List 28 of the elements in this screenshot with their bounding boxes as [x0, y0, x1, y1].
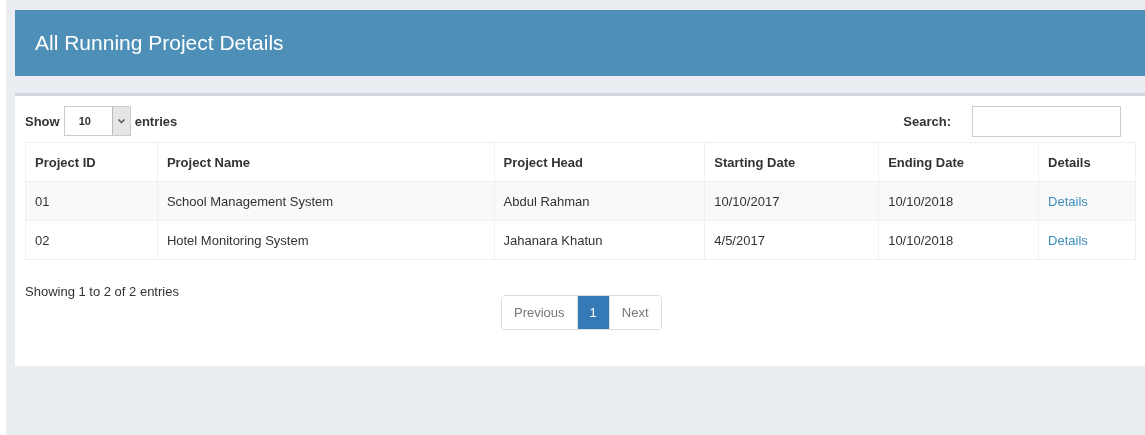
details-link[interactable]: Details: [1048, 193, 1088, 209]
entries-dropdown[interactable]: 10: [63, 106, 131, 136]
table-cell: Hotel Monitoring System: [157, 220, 494, 260]
table-cell: 02: [25, 220, 158, 260]
column-header: Project Head: [494, 142, 705, 182]
table-cell: 10/10/2018: [878, 220, 1039, 260]
page-button[interactable]: Next: [608, 296, 661, 329]
details-link[interactable]: Details: [1048, 232, 1088, 248]
table-cell: 10/10/2017: [704, 181, 879, 221]
column-header: Details: [1038, 142, 1136, 182]
search-label: Search:: [903, 113, 951, 129]
column-header: Project Name: [157, 142, 494, 182]
column-header: Starting Date: [704, 142, 879, 182]
table-cell: 10/10/2018: [878, 181, 1039, 221]
table-cell: 01: [25, 181, 158, 221]
page-title: All Running Project Details: [35, 31, 284, 55]
column-header: Project ID: [25, 142, 158, 182]
table-cell: Abdul Rahman: [494, 181, 705, 221]
page-button[interactable]: 1: [576, 296, 609, 329]
column-header: Ending Date: [878, 142, 1039, 182]
table-cell: 4/5/2017: [704, 220, 879, 260]
table-cell: School Management System: [157, 181, 494, 221]
caret-icon: [111, 107, 130, 135]
search-field[interactable]: [972, 105, 1121, 137]
entries-info: Showing 1 to 2 of 2 entries: [25, 284, 180, 299]
show-label: Show: [25, 113, 60, 129]
table-cell: Jahanara Khatun: [494, 220, 705, 260]
entries-label: entries: [134, 113, 178, 129]
